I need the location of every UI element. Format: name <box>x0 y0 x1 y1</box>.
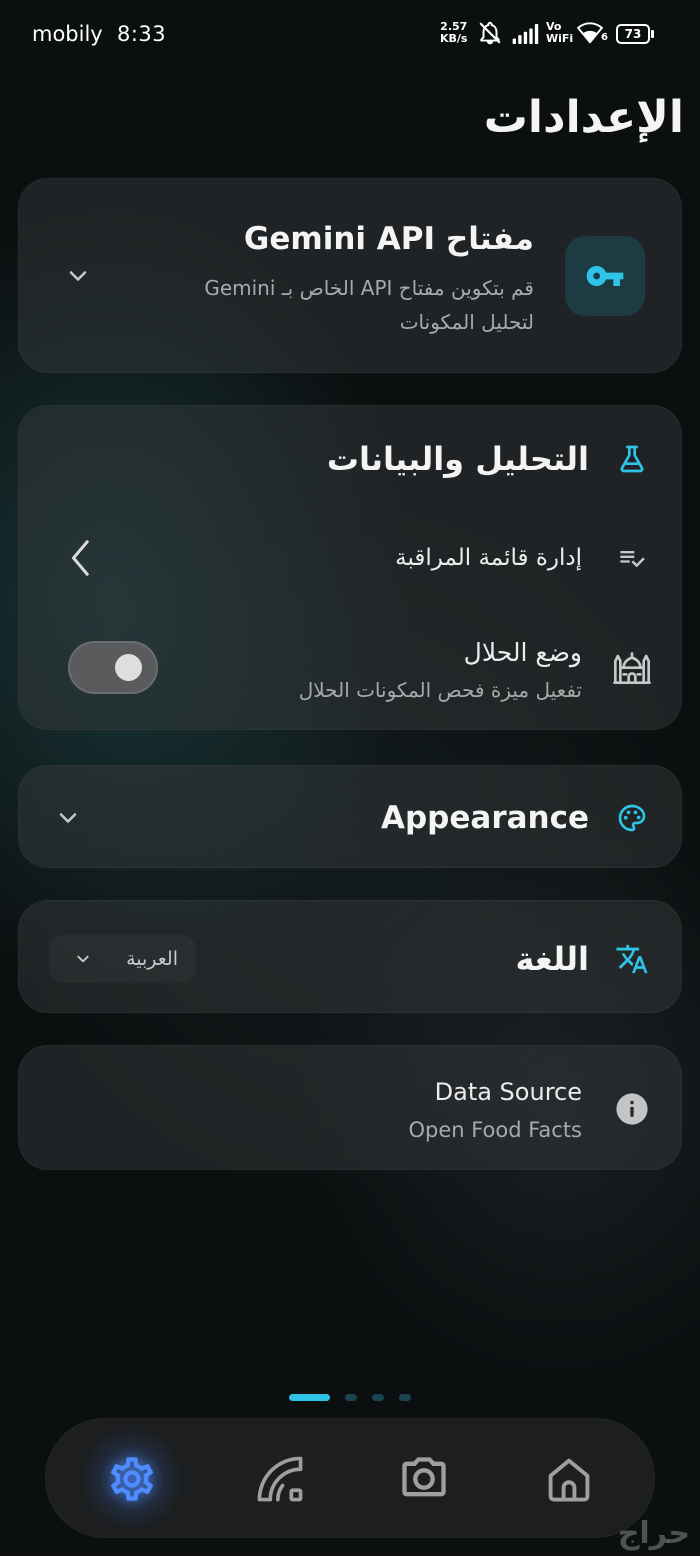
chevron-down-icon[interactable] <box>56 806 80 830</box>
page-indicator <box>288 1394 411 1401</box>
flask-icon <box>620 445 644 473</box>
battery-level: 73 <box>624 27 642 41</box>
vowifi-indicator: Vo WiFi <box>546 21 573 45</box>
network-speed-unit: KB/s <box>440 32 468 45</box>
network-speed: 2.57 KB/s <box>440 21 467 45</box>
mosque-icon <box>613 652 651 684</box>
list-check-icon <box>620 551 645 568</box>
gauge-icon <box>257 1456 303 1502</box>
page-indicator-dot <box>345 1394 357 1401</box>
palette-icon <box>618 804 646 832</box>
gemini-api-description-line: لتحليل المكونات <box>399 310 534 334</box>
watchlist-label: إدارة قائمة المراقبة <box>395 545 582 571</box>
gemini-api-description-line: قم بتكوين مفتاح API الخاص بـ Gemini <box>204 276 534 300</box>
camera-icon <box>402 1457 446 1497</box>
nav-settings-button[interactable] <box>76 1423 188 1535</box>
nav-gauge-button[interactable] <box>254 1453 306 1505</box>
data-source-title: Data Source <box>434 1078 582 1106</box>
key-icon-box <box>565 236 645 316</box>
battery-nub <box>651 30 654 38</box>
chevron-left-icon[interactable] <box>67 538 95 578</box>
page-title: الإعدادات <box>483 92 684 143</box>
page-indicator-dot <box>399 1394 411 1401</box>
vowifi-line2: WiFi <box>546 32 574 45</box>
info-icon <box>616 1093 648 1125</box>
gemini-api-title: مفتاح Gemini API <box>243 221 534 257</box>
gemini-api-card[interactable]: مفتاح Gemini API قم بتكوين مفتاح API الخ… <box>18 178 682 373</box>
clock: 8:33 <box>117 22 167 46</box>
language-selected-value: العربية <box>126 948 178 970</box>
toggle-knob <box>115 654 142 681</box>
analysis-title: التحليل والبيانات <box>326 440 589 478</box>
language-title: اللغة <box>515 940 589 978</box>
analysis-card: التحليل والبيانات إدارة قائمة المراقبة و… <box>18 405 682 730</box>
wifi-icon <box>577 22 603 44</box>
chevron-down-icon[interactable] <box>66 264 90 288</box>
halal-mode-row: وضع الحلال تفعيل ميزة فحص المكونات الحلا… <box>19 606 681 716</box>
halal-mode-toggle[interactable] <box>68 641 158 694</box>
halal-mode-title: وضع الحلال <box>463 638 582 667</box>
battery-icon: 73 <box>616 24 650 44</box>
watchlist-row[interactable]: إدارة قائمة المراقبة <box>19 518 681 598</box>
signal-icon <box>512 24 539 44</box>
halal-mode-description: تفعيل ميزة فحص المكونات الحلال <box>298 678 582 702</box>
bottom-nav <box>45 1418 655 1538</box>
gemini-api-description: قم بتكوين مفتاح API الخاص بـ Gemini لتحل… <box>204 271 534 339</box>
appearance-card[interactable]: Appearance <box>18 765 682 868</box>
nav-home-button[interactable] <box>543 1453 595 1505</box>
page-indicator-dot <box>372 1394 384 1401</box>
nav-camera-button[interactable] <box>398 1453 450 1505</box>
wifi-badge: 6 <box>601 32 608 43</box>
watermark-logo: حراج <box>617 1516 690 1551</box>
key-icon <box>586 266 624 286</box>
mute-icon <box>479 21 501 45</box>
home-icon <box>548 1458 590 1502</box>
data-source-value: Open Food Facts <box>408 1118 582 1142</box>
language-card: اللغة العربية <box>18 900 682 1013</box>
status-bar: mobily 8:33 2.57 KB/s Vo WiFi 6 73 <box>0 0 700 70</box>
appearance-title: Appearance <box>381 800 589 836</box>
data-source-card: Data Source Open Food Facts <box>18 1045 682 1170</box>
chevron-down-icon <box>77 955 89 963</box>
page-indicator-dot <box>289 1394 330 1401</box>
carrier-name: mobily <box>32 22 103 46</box>
settings-icon <box>110 1457 154 1501</box>
translate-icon <box>616 944 648 974</box>
language-dropdown[interactable]: العربية <box>49 935 196 983</box>
